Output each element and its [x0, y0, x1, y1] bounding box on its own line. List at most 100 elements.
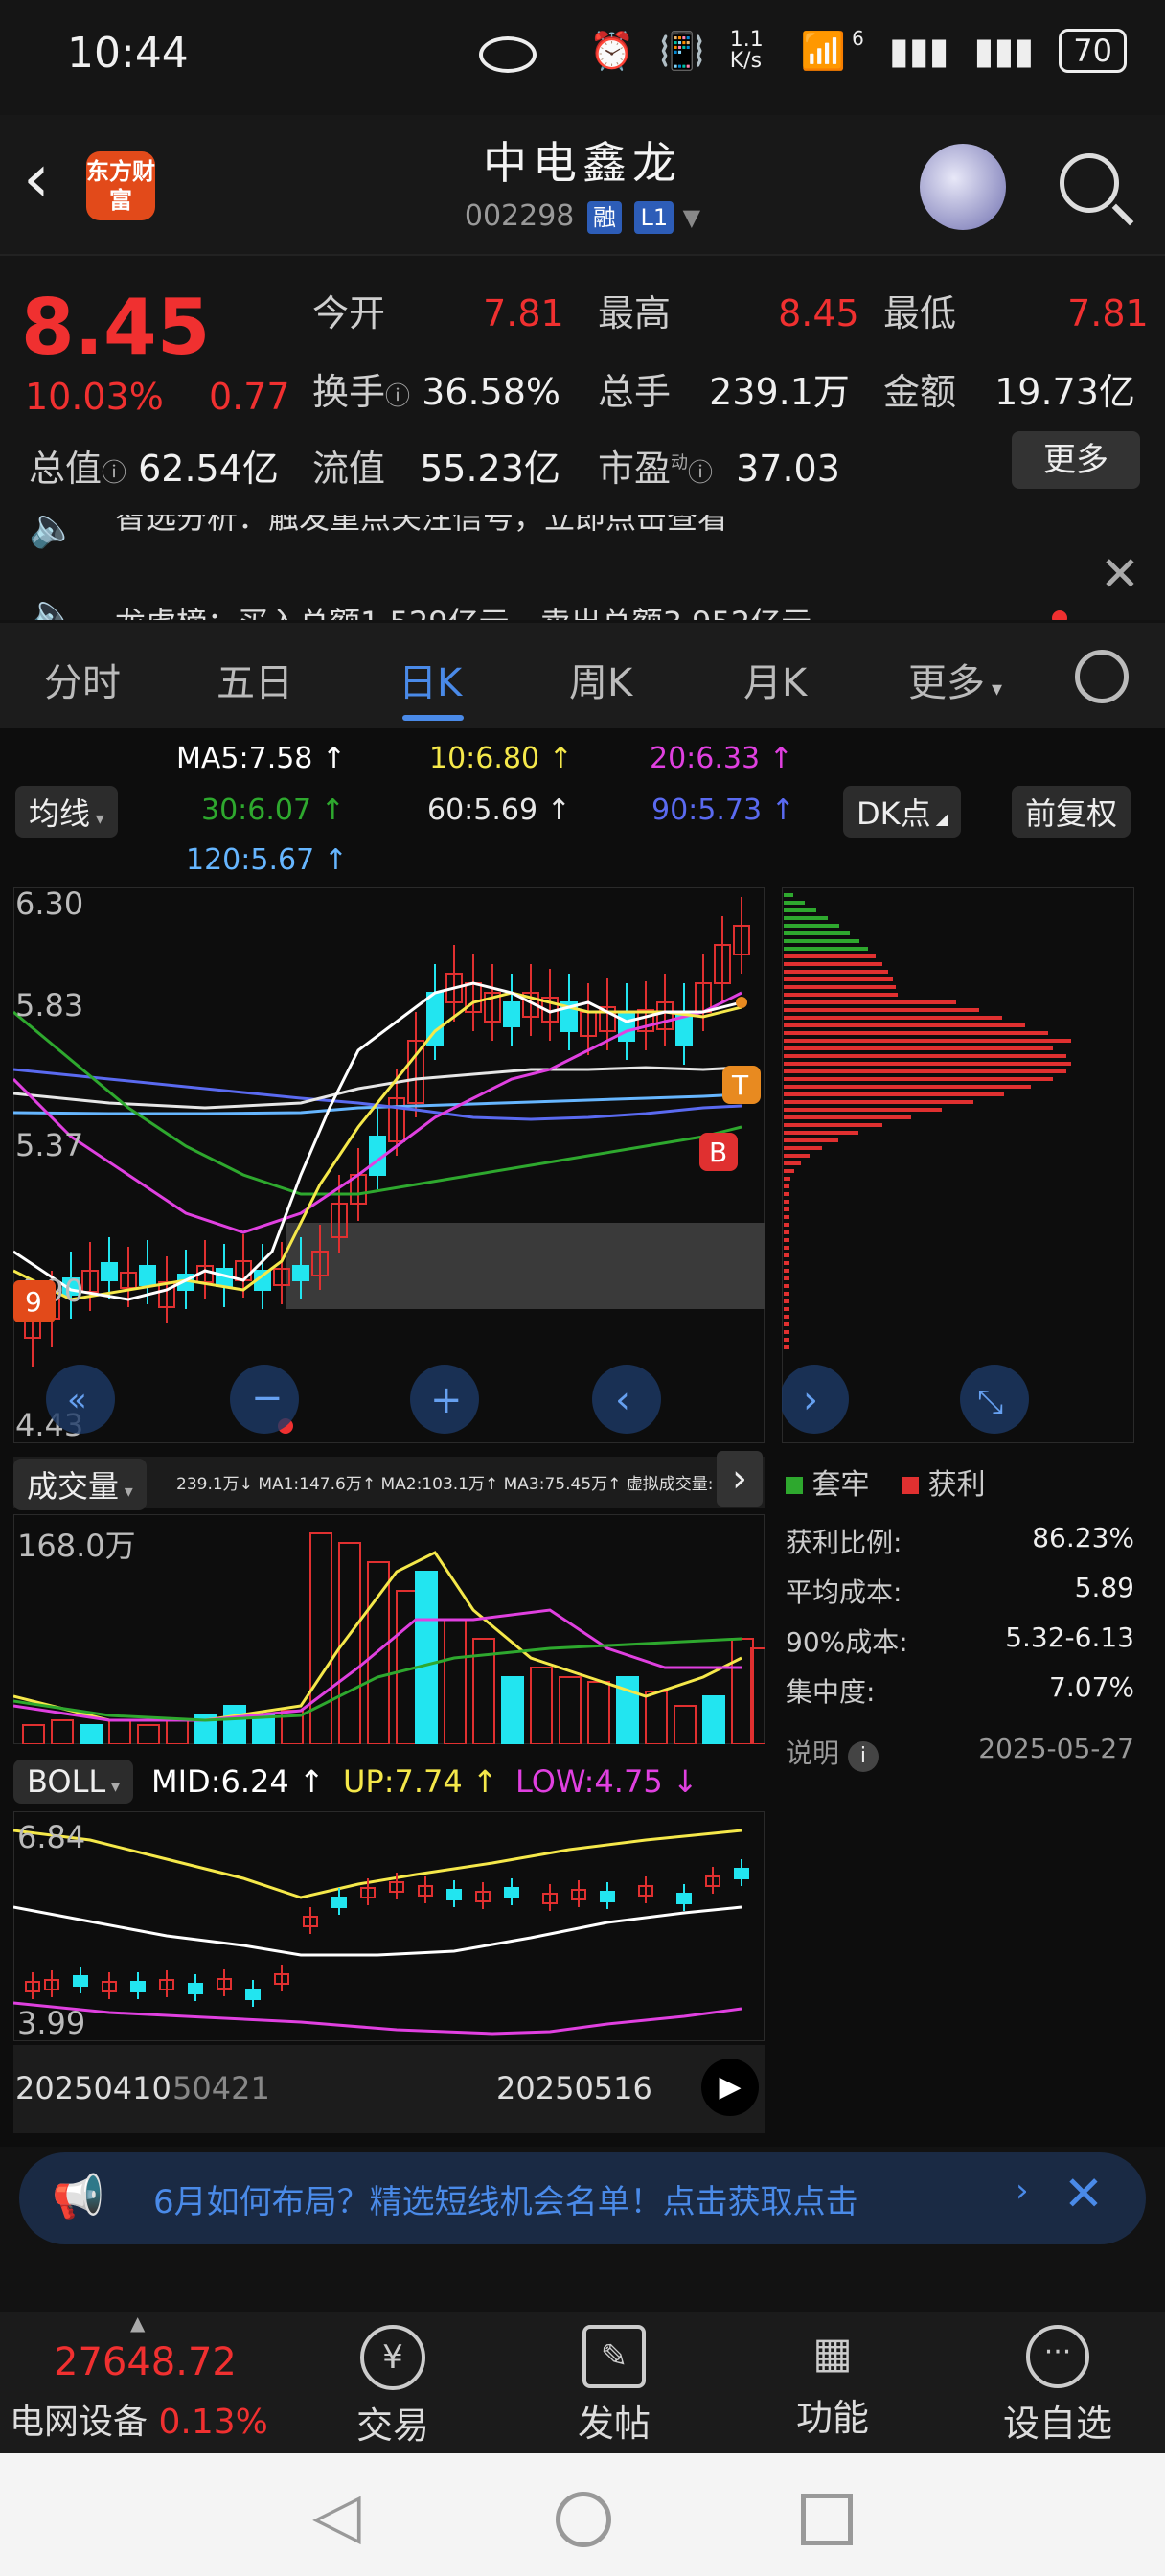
boll-y-top: 6.84 — [17, 1819, 85, 1855]
chip-bar — [784, 908, 816, 912]
close-icon[interactable]: ✕ — [1063, 2166, 1104, 2221]
ma90-label: 90:5.73 ↑ — [651, 794, 795, 827]
tab-more[interactable]: 更多 ▾ — [908, 652, 1002, 707]
search-icon[interactable] — [1060, 153, 1119, 213]
trade-button[interactable]: ¥ 交易 — [354, 2325, 431, 2449]
amount-row: 金额 19.73亿 — [883, 362, 1135, 415]
ma-selector[interactable]: 均线 ▾ — [15, 786, 118, 838]
chip-bar — [784, 1146, 822, 1150]
net-speed: 1.1 K/s — [729, 28, 764, 73]
volume-bar — [674, 1705, 697, 1744]
nav-back-icon[interactable]: ◁ — [312, 2478, 361, 2552]
volume-bar — [223, 1705, 246, 1744]
robot-assistant-icon[interactable] — [920, 144, 1006, 230]
index-row[interactable]: 电网设备 0.13% — [10, 2394, 268, 2444]
chip-bar — [784, 978, 893, 981]
info-icon[interactable]: ⓘ — [688, 459, 713, 488]
status-bar: 10:44 ⏰ 📳 1.1 K/s 📶 6 ▮▮▮ ▮▮▮ 70 — [0, 0, 1165, 115]
signal-icon-1: ▮▮▮ — [888, 30, 949, 72]
y-label-3: 5.37 — [15, 1127, 83, 1163]
volume-chart[interactable]: 168.0万 — [13, 1514, 765, 1744]
functions-button[interactable]: ▦ 功能 — [789, 2325, 876, 2441]
chevron-right-icon: › — [1016, 2172, 1029, 2210]
chip-bar — [784, 954, 876, 958]
promo-banner[interactable]: 📢 6月如何布局？精选短线机会名单！点击获取点击 › ✕ — [19, 2152, 1146, 2244]
kline-chart[interactable]: 6.30 5.83 5.37 4.90 4.43 9 T B « − + ‹ — [13, 887, 765, 1443]
chip-bar — [784, 1046, 1053, 1050]
volume-selector[interactable]: 成交量 ▾ — [13, 1459, 147, 1510]
nav-recents-icon[interactable] — [801, 2494, 853, 2545]
boll-frame — [13, 1811, 765, 2041]
tab-daily-k[interactable]: 日K — [399, 652, 462, 707]
minus-icon: − — [251, 1376, 284, 1420]
chip-bar — [784, 1062, 1071, 1066]
mktcap-label: 总值 — [29, 448, 103, 490]
chevron-right-icon[interactable]: › — [717, 1451, 763, 1506]
ma10-label: 10:6.80 ↑ — [429, 742, 573, 775]
trade-icon: ¥ — [360, 2325, 425, 2390]
t-marker-label: T — [731, 1070, 749, 1101]
post-button[interactable]: ✎ 发帖 — [571, 2325, 657, 2447]
boll-chart[interactable]: 6.84 3.99 — [13, 1811, 765, 2041]
close-icon[interactable]: ✕ — [1100, 546, 1140, 602]
boll-candle-body — [188, 1983, 203, 1994]
adjust-button[interactable]: 前复权 — [1012, 786, 1131, 838]
info-icon[interactable]: ⓘ — [385, 382, 410, 411]
gear-icon[interactable] — [1075, 650, 1129, 703]
add-watchlist-button[interactable]: ··· 设自选 — [991, 2325, 1125, 2447]
chevron-down-icon[interactable]: ▼ — [683, 204, 700, 231]
volume-row: 总手 239.1万 — [598, 362, 850, 415]
chip-bar — [784, 1230, 789, 1234]
stock-code: 002298 — [464, 199, 575, 233]
news-ticker[interactable]: 🔈 智选分析：触发重点关注信号，立即点击查看 🔈 龙虎榜：买入总额1.529亿元… — [0, 515, 1165, 620]
amount-label: 金额 — [883, 371, 957, 413]
chip-bar — [784, 962, 882, 966]
chip-bar — [784, 1024, 1025, 1027]
nav-home-icon[interactable] — [556, 2492, 611, 2547]
boll-selector[interactable]: BOLL ▾ — [13, 1760, 133, 1804]
chip-note[interactable]: 说明 — [786, 1737, 839, 1769]
chip-stats: 获利比例: 86.23% 平均成本: 5.89 90%成本: 5.32-6.13 集中… — [786, 1522, 1134, 1782]
chip-stat-label: 获利比例: — [786, 1527, 902, 1558]
chevron-down-icon: ▾ — [119, 1482, 133, 1502]
chip-stat-label: 90%成本: — [786, 1626, 908, 1658]
pe-value: 37.03 — [736, 448, 840, 490]
system-nav-bar: ◁ — [0, 2453, 1165, 2576]
index-value[interactable]: 27648.72 — [54, 2340, 237, 2384]
chip-bar — [784, 1138, 838, 1142]
news-line-2[interactable]: 龙虎榜：买入总额1.529亿元，卖出总额3.952亿元 — [115, 599, 811, 620]
tab-five-day[interactable]: 五日 — [217, 652, 293, 707]
date-axis: 20250410 50421 20250516 ▶ — [13, 2045, 765, 2133]
price-change-pct: 10.03% — [25, 376, 164, 418]
play-icon[interactable]: ▶ — [701, 2058, 759, 2116]
dk-point-button[interactable]: DK点 ◢ — [843, 786, 962, 838]
chip-bar — [784, 1077, 1053, 1081]
boll-candle-body — [600, 1891, 615, 1902]
news-line-1[interactable]: 智选分析：触发重点关注信号，立即点击查看 — [115, 515, 728, 538]
boll-mid: MID:6.24 ↑ — [151, 1763, 325, 1800]
chip-distribution[interactable]: › ⤡ — [782, 887, 1134, 1443]
chip-bar — [784, 1346, 789, 1349]
info-icon[interactable]: i — [847, 1741, 879, 1772]
boll-up: UP:7.74 ↑ — [343, 1763, 498, 1800]
active-tab-indicator — [402, 715, 464, 721]
chevron-up-icon[interactable]: ▲ — [130, 2312, 145, 2334]
trap-swatch — [786, 1477, 803, 1494]
battery-icon: 70 — [1059, 29, 1127, 73]
volume-bar — [22, 1724, 45, 1744]
volume-bar — [444, 1619, 467, 1744]
chip-bar — [784, 901, 805, 905]
tab-monthly-k[interactable]: 月K — [743, 652, 807, 707]
tab-intraday[interactable]: 分时 — [44, 652, 121, 707]
chip-bar — [784, 1307, 789, 1311]
promo-text[interactable]: 6月如何布局？精选短线机会名单！点击获取点击 — [153, 2175, 858, 2222]
boll-candle-body — [331, 1897, 347, 1908]
more-button[interactable]: 更多 — [1012, 431, 1140, 489]
chevron-right-icon: › — [803, 1378, 818, 1422]
ma-selector-label: 均线 — [29, 795, 91, 832]
info-icon[interactable]: ⓘ — [102, 459, 126, 488]
turnover-row: 换手ⓘ 36.58% — [312, 362, 560, 415]
chevron-down-icon: ▾ — [105, 1777, 120, 1797]
tab-weekly-k[interactable]: 周K — [569, 652, 632, 707]
volume-bar — [501, 1676, 524, 1744]
